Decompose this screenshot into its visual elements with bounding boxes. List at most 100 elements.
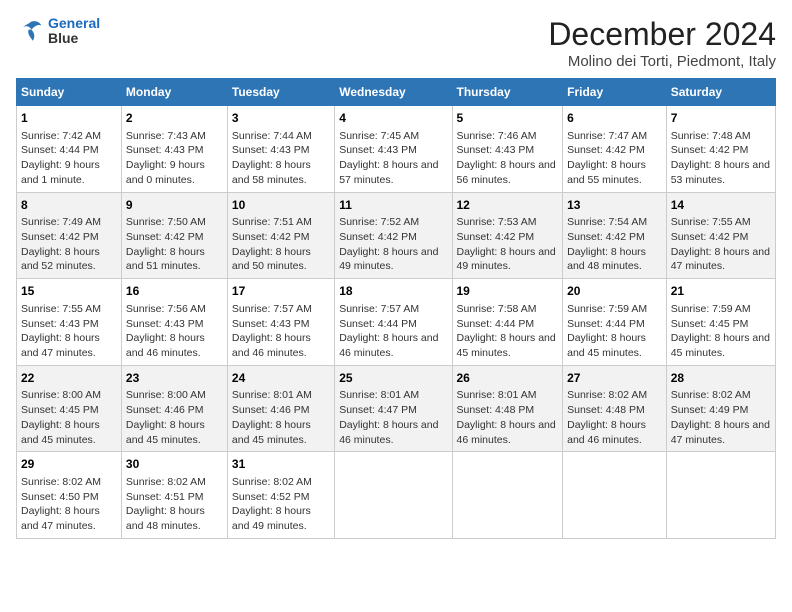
sunrise-text: Sunrise: 8:02 AM: [567, 389, 647, 401]
header-friday: Friday: [563, 79, 667, 106]
sunset-text: Sunset: 4:42 PM: [126, 231, 204, 243]
sunrise-text: Sunrise: 8:01 AM: [232, 389, 312, 401]
daylight-text: Daylight: 8 hours and 47 minutes.: [21, 505, 100, 532]
sunset-text: Sunset: 4:43 PM: [339, 144, 417, 156]
day-number: 23: [126, 370, 223, 387]
sunset-text: Sunset: 4:42 PM: [567, 144, 645, 156]
sunset-text: Sunset: 4:42 PM: [671, 231, 749, 243]
day-number: 5: [457, 110, 559, 127]
daylight-text: Daylight: 8 hours and 46 minutes.: [457, 419, 556, 446]
sunset-text: Sunset: 4:46 PM: [126, 404, 204, 416]
day-number: 22: [21, 370, 117, 387]
day-number: 20: [567, 283, 662, 300]
table-cell: 21Sunrise: 7:59 AMSunset: 4:45 PMDayligh…: [666, 279, 775, 366]
daylight-text: Daylight: 8 hours and 45 minutes.: [126, 419, 205, 446]
sunrise-text: Sunrise: 8:00 AM: [126, 389, 206, 401]
sunset-text: Sunset: 4:48 PM: [567, 404, 645, 416]
table-cell: 11Sunrise: 7:52 AMSunset: 4:42 PMDayligh…: [335, 192, 452, 279]
table-cell: 15Sunrise: 7:55 AMSunset: 4:43 PMDayligh…: [17, 279, 122, 366]
table-cell: 10Sunrise: 7:51 AMSunset: 4:42 PMDayligh…: [227, 192, 334, 279]
daylight-text: Daylight: 8 hours and 45 minutes.: [567, 332, 646, 359]
header-sunday: Sunday: [17, 79, 122, 106]
table-cell: 6Sunrise: 7:47 AMSunset: 4:42 PMDaylight…: [563, 106, 667, 193]
day-number: 4: [339, 110, 447, 127]
sunset-text: Sunset: 4:43 PM: [21, 318, 99, 330]
sunset-text: Sunset: 4:49 PM: [671, 404, 749, 416]
day-number: 24: [232, 370, 330, 387]
sunset-text: Sunset: 4:44 PM: [457, 318, 535, 330]
daylight-text: Daylight: 8 hours and 53 minutes.: [671, 159, 770, 186]
sunrise-text: Sunrise: 7:45 AM: [339, 130, 419, 142]
sunrise-text: Sunrise: 7:47 AM: [567, 130, 647, 142]
sunrise-text: Sunrise: 7:55 AM: [21, 303, 101, 315]
day-number: 19: [457, 283, 559, 300]
day-number: 12: [457, 197, 559, 214]
sunset-text: Sunset: 4:42 PM: [21, 231, 99, 243]
sunrise-text: Sunrise: 7:50 AM: [126, 216, 206, 228]
table-cell: 16Sunrise: 7:56 AMSunset: 4:43 PMDayligh…: [121, 279, 227, 366]
sunset-text: Sunset: 4:47 PM: [339, 404, 417, 416]
sunrise-text: Sunrise: 8:02 AM: [232, 476, 312, 488]
sunset-text: Sunset: 4:42 PM: [339, 231, 417, 243]
sunset-text: Sunset: 4:50 PM: [21, 491, 99, 503]
calendar-table: Sunday Monday Tuesday Wednesday Thursday…: [16, 78, 776, 539]
sunrise-text: Sunrise: 7:56 AM: [126, 303, 206, 315]
logo-icon: [16, 17, 44, 45]
table-cell: 14Sunrise: 7:55 AMSunset: 4:42 PMDayligh…: [666, 192, 775, 279]
table-cell: 22Sunrise: 8:00 AMSunset: 4:45 PMDayligh…: [17, 365, 122, 452]
table-cell: [335, 452, 452, 539]
table-cell: 4 Sunrise: 7:45 AM Sunset: 4:43 PM Daylight…: [335, 106, 452, 193]
sunset-text: Sunset: 4:44 PM: [339, 318, 417, 330]
day-number: 13: [567, 197, 662, 214]
sunrise-text: Sunrise: 7:57 AM: [339, 303, 419, 315]
sunrise-text: Sunrise: 7:51 AM: [232, 216, 312, 228]
sunset-text: Sunset: 4:42 PM: [671, 144, 749, 156]
daylight-text: Daylight: 8 hours and 47 minutes.: [671, 419, 770, 446]
page-title: December 2024: [548, 16, 776, 53]
sunrise-text: Sunrise: 7:54 AM: [567, 216, 647, 228]
header-tuesday: Tuesday: [227, 79, 334, 106]
week-row-4: 22 Sunrise: 8:00 AM Sunset: 4:45 PM Dayligh…: [17, 365, 776, 452]
page-subtitle: Molino dei Torti, Piedmont, Italy: [548, 53, 776, 70]
table-cell: 31Sunrise: 8:02 AMSunset: 4:52 PMDayligh…: [227, 452, 334, 539]
header-thursday: Thursday: [452, 79, 563, 106]
table-cell: [563, 452, 667, 539]
daylight-text: Daylight: 8 hours and 46 minutes.: [126, 332, 205, 359]
header-monday: Monday: [121, 79, 227, 106]
table-cell: 18 Sunrise: 7:57 AM Sunset: 4:44 PM Dayligh…: [335, 279, 452, 366]
day-number: 3: [232, 110, 330, 127]
sunrise-text: Sunrise: 7:43 AM: [126, 130, 206, 142]
sunset-text: Sunset: 4:43 PM: [126, 144, 204, 156]
sunset-text: Sunset: 4:43 PM: [457, 144, 535, 156]
daylight-text: Daylight: 8 hours and 46 minutes.: [339, 332, 438, 359]
daylight-text: Daylight: 8 hours and 51 minutes.: [126, 246, 205, 273]
day-number: 7: [671, 110, 771, 127]
daylight-text: Daylight: 8 hours and 52 minutes.: [21, 246, 100, 273]
sunrise-text: Sunrise: 7:55 AM: [671, 216, 751, 228]
calendar-body: 1Sunrise: 7:42 AMSunset: 4:44 PMDaylight…: [17, 106, 776, 539]
sunset-text: Sunset: 4:45 PM: [21, 404, 99, 416]
sunset-text: Sunset: 4:45 PM: [671, 318, 749, 330]
day-number: 10: [232, 197, 330, 214]
logo: General Blue: [16, 16, 100, 47]
week-row-5: 29Sunrise: 8:02 AMSunset: 4:50 PMDayligh…: [17, 452, 776, 539]
day-number: 18: [339, 283, 447, 300]
sunset-text: Sunset: 4:44 PM: [567, 318, 645, 330]
sunset-text: Sunset: 4:42 PM: [567, 231, 645, 243]
table-cell: [452, 452, 563, 539]
day-number: 15: [21, 283, 117, 300]
sunrise-text: Sunrise: 7:46 AM: [457, 130, 537, 142]
daylight-text: Daylight: 8 hours and 49 minutes.: [232, 505, 311, 532]
page-header: General Blue December 2024 Molino dei To…: [16, 16, 776, 70]
daylight-text: Daylight: 8 hours and 50 minutes.: [232, 246, 311, 273]
table-cell: 1Sunrise: 7:42 AMSunset: 4:44 PMDaylight…: [17, 106, 122, 193]
daylight-text: Daylight: 8 hours and 46 minutes.: [339, 419, 438, 446]
day-number: 16: [126, 283, 223, 300]
table-cell: 20Sunrise: 7:59 AMSunset: 4:44 PMDayligh…: [563, 279, 667, 366]
sunset-text: Sunset: 4:43 PM: [232, 318, 310, 330]
sunset-text: Sunset: 4:42 PM: [457, 231, 535, 243]
daylight-text: Daylight: 8 hours and 47 minutes.: [671, 246, 770, 273]
daylight-text: Daylight: 8 hours and 57 minutes.: [339, 159, 438, 186]
day-number: 2: [126, 110, 223, 127]
sunset-text: Sunset: 4:51 PM: [126, 491, 204, 503]
